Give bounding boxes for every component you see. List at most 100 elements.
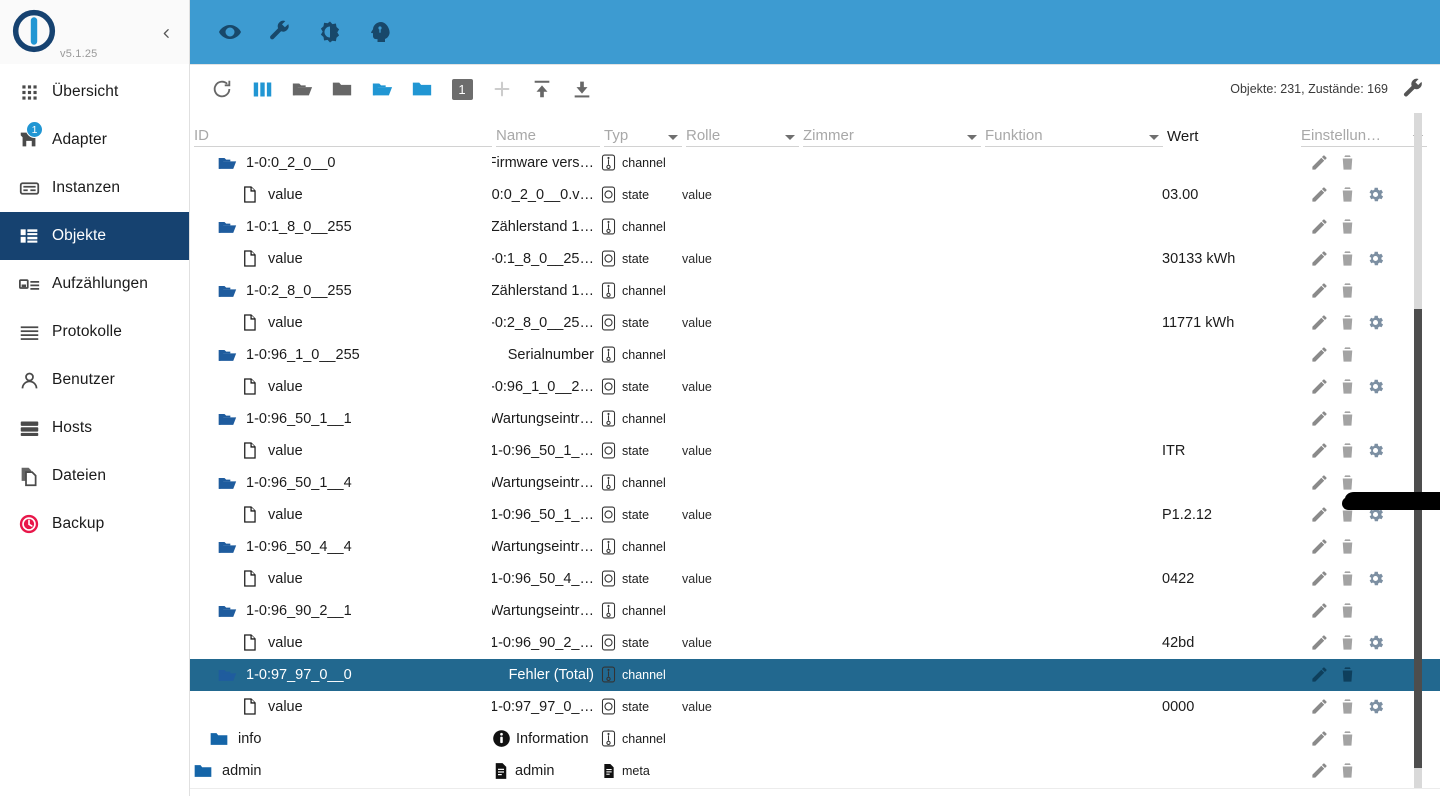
table-row[interactable]: value 1-0:97_97_0_… state value 0000 (190, 691, 1440, 723)
edit-pencil-icon[interactable] (1308, 408, 1330, 430)
filter-funktion[interactable]: Funktion (985, 121, 1163, 147)
edit-pencil-icon[interactable] (1308, 344, 1330, 366)
table-row[interactable]: 1-0:0_2_0__0 Firmware vers… channel (190, 147, 1440, 179)
folder-open-icon[interactable] (216, 536, 238, 558)
edit-pencil-icon[interactable] (1308, 312, 1330, 334)
file-icon[interactable] (238, 568, 260, 590)
delete-trash-icon[interactable] (1336, 472, 1358, 494)
folder-open-icon[interactable] (216, 664, 238, 686)
table-body[interactable]: 1-0:0_2_0__0 Firmware vers… channel value 1-… (190, 147, 1440, 788)
table-row[interactable]: info Information channel (190, 723, 1440, 755)
delete-trash-icon[interactable] (1336, 344, 1358, 366)
delete-trash-icon[interactable] (1336, 440, 1358, 462)
filter-typ[interactable]: Typ (604, 121, 682, 147)
settings-gear-icon[interactable] (1364, 312, 1386, 334)
sidebar-item-objekte[interactable]: Objekte (0, 212, 189, 260)
delete-trash-icon[interactable] (1336, 248, 1358, 270)
delete-trash-icon[interactable] (1336, 536, 1358, 558)
edit-pencil-icon[interactable] (1308, 696, 1330, 718)
settings-gear-icon[interactable] (1364, 248, 1386, 270)
folder-open-icon[interactable] (216, 344, 238, 366)
delete-trash-icon[interactable] (1336, 664, 1358, 686)
sidebar-item-backup[interactable]: Backup (0, 500, 189, 548)
table-row[interactable]: 1-0:1_8_0__255 Zählerstand 1… channel (190, 211, 1440, 243)
table-row[interactable]: admin admin meta (190, 755, 1440, 787)
scrollbar-thumb[interactable] (1414, 308, 1422, 768)
edit-pencil-icon[interactable] (1308, 504, 1330, 526)
folder-open-icon[interactable] (216, 408, 238, 430)
edit-pencil-icon[interactable] (1308, 376, 1330, 398)
sidebar-item-protokolle[interactable]: Protokolle (0, 308, 189, 356)
vertical-scrollbar[interactable] (1414, 113, 1422, 788)
folder-open-icon[interactable] (216, 472, 238, 494)
sidebar-item-hosts[interactable]: Hosts (0, 404, 189, 452)
add-icon[interactable] (482, 69, 522, 109)
folder-closed-blue-icon[interactable] (402, 69, 442, 109)
sidebar-item-adapter[interactable]: 1 Adapter (0, 116, 189, 164)
table-row[interactable]: value 1-0:96_50_1_… state value P1.2.12 (190, 499, 1440, 531)
table-row[interactable]: 1-0:96_90_2__1 Wartungseintr… channel (190, 595, 1440, 627)
settings-wrench-icon[interactable] (1400, 69, 1426, 109)
delete-trash-icon[interactable] (1336, 632, 1358, 654)
settings-gear-icon[interactable] (1364, 440, 1386, 462)
file-icon[interactable] (238, 248, 260, 270)
folder-closed-icon[interactable] (208, 728, 230, 750)
table-row[interactable]: 1-0:96_50_1__4 Wartungseintr… channel (190, 467, 1440, 499)
edit-pencil-icon[interactable] (1308, 472, 1330, 494)
edit-pencil-icon[interactable] (1308, 280, 1330, 302)
settings-gear-icon[interactable] (1364, 568, 1386, 590)
file-icon[interactable] (238, 376, 260, 398)
folder-closed-icon[interactable] (192, 760, 214, 782)
delete-trash-icon[interactable] (1336, 152, 1358, 174)
delete-trash-icon[interactable] (1336, 728, 1358, 750)
delete-trash-icon[interactable] (1336, 216, 1358, 238)
file-icon[interactable] (238, 504, 260, 526)
folder-open-blue-icon[interactable] (362, 69, 402, 109)
folder-open-icon[interactable] (216, 216, 238, 238)
sidebar-item-benutzer[interactable]: Benutzer (0, 356, 189, 404)
sidebar-collapse-button[interactable] (151, 18, 179, 46)
download-icon[interactable] (562, 69, 602, 109)
file-icon[interactable] (238, 440, 260, 462)
edit-pencil-icon[interactable] (1308, 184, 1330, 206)
table-row[interactable]: 1-0:97_97_0__0 Fehler (Total) channel (190, 659, 1440, 691)
table-row[interactable]: 1-0:96_50_1__1 Wartungseintr… channel (190, 403, 1440, 435)
edit-pencil-icon[interactable] (1308, 728, 1330, 750)
folder-open-grey-icon[interactable] (282, 69, 322, 109)
edit-pencil-icon[interactable] (1308, 568, 1330, 590)
edit-pencil-icon[interactable] (1308, 536, 1330, 558)
edit-pencil-icon[interactable] (1308, 216, 1330, 238)
filter-id[interactable]: ID (194, 121, 492, 147)
table-row[interactable]: 1-0:96_1_0__255 Serialnumber channel (190, 339, 1440, 371)
table-row[interactable]: value 1-0:96_50_1_… state value ITR (190, 435, 1440, 467)
file-icon[interactable] (238, 696, 260, 718)
table-row[interactable]: value 1-0:0_2_0__0.v… state value 03.00 (190, 179, 1440, 211)
delete-trash-icon[interactable] (1336, 568, 1358, 590)
delete-trash-icon[interactable] (1336, 376, 1358, 398)
edit-pencil-icon[interactable] (1308, 760, 1330, 782)
delete-trash-icon[interactable] (1336, 312, 1358, 334)
sidebar-item-instanzen[interactable]: Instanzen (0, 164, 189, 212)
eye-icon[interactable] (216, 18, 244, 46)
file-icon[interactable] (238, 184, 260, 206)
sidebar-item-uebersicht[interactable]: Übersicht (0, 68, 189, 116)
delete-trash-icon[interactable] (1336, 696, 1358, 718)
filter-einstellungen[interactable]: Einstellun… (1301, 121, 1427, 147)
settings-gear-icon[interactable] (1364, 376, 1386, 398)
settings-gear-icon[interactable] (1364, 632, 1386, 654)
delete-trash-icon[interactable] (1336, 280, 1358, 302)
delete-trash-icon[interactable] (1336, 184, 1358, 206)
file-icon[interactable] (238, 632, 260, 654)
edit-pencil-icon[interactable] (1308, 248, 1330, 270)
folder-open-icon[interactable] (216, 280, 238, 302)
filter-rolle[interactable]: Rolle (686, 121, 799, 147)
delete-trash-icon[interactable] (1336, 600, 1358, 622)
delete-trash-icon[interactable] (1336, 760, 1358, 782)
table-row[interactable]: value 1-0:96_90_2_… state value 42bd (190, 627, 1440, 659)
columns-icon[interactable] (242, 69, 282, 109)
sidebar-item-aufzaehlungen[interactable]: Aufzählungen (0, 260, 189, 308)
table-row[interactable]: 1-0:96_50_4__4 Wartungseintr… channel (190, 531, 1440, 563)
sidebar-item-dateien[interactable]: Dateien (0, 452, 189, 500)
psychology-icon[interactable] (366, 18, 394, 46)
expand-level-badge[interactable]: 1 (442, 69, 482, 109)
